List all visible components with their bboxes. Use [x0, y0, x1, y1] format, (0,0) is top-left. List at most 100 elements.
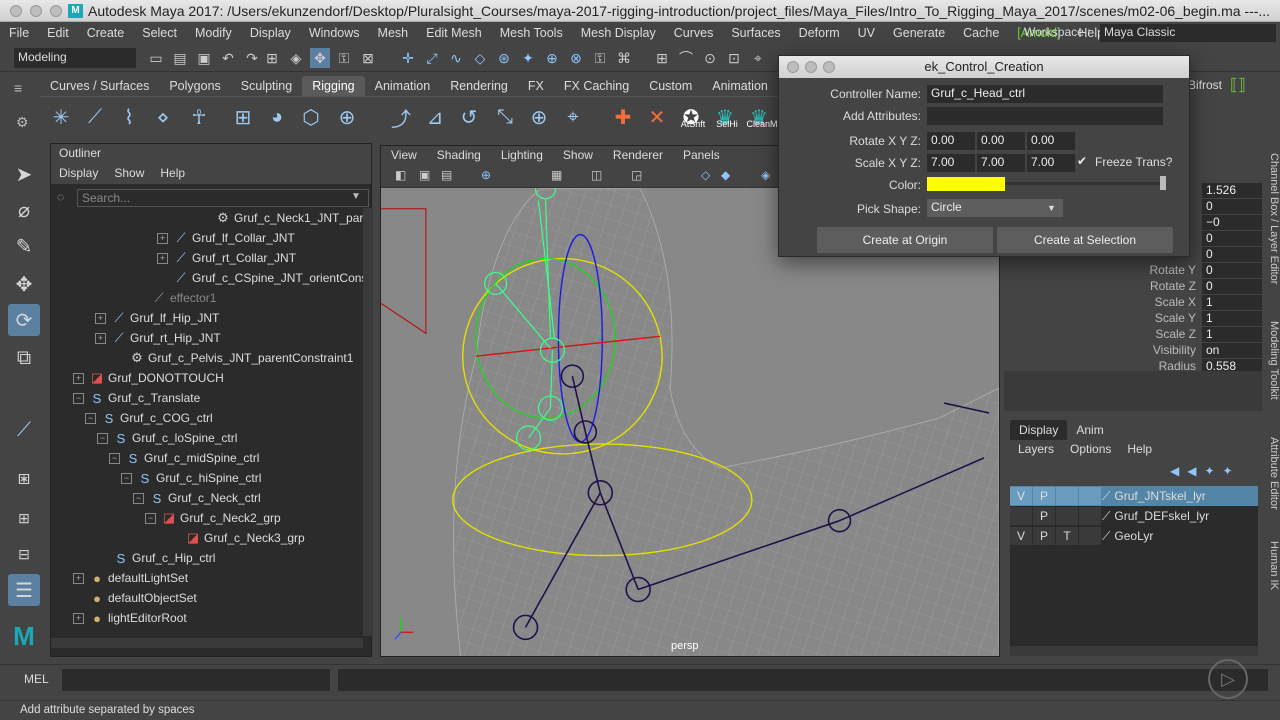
outliner-menu-help[interactable]: Help — [152, 164, 193, 184]
resolution-gate-icon[interactable]: ◲ — [631, 168, 642, 182]
move-layer-down-icon[interactable]: ◀ — [1187, 464, 1196, 478]
shelf-tab-bifrost[interactable]: Bifrost — [1188, 78, 1222, 92]
outliner-row[interactable]: − S Gruf_c_hiSpine_ctrl — [121, 468, 261, 488]
outliner-layout-icon[interactable]: ☰ — [8, 574, 40, 606]
highlight-icon[interactable]: ⊠ — [358, 48, 378, 68]
aim-constraint-icon[interactable]: ⊕ — [524, 102, 554, 132]
shelf-tab-curves-surfaces[interactable]: Curves / Surfaces — [40, 76, 159, 96]
paint-select-icon[interactable]: ✎ — [8, 230, 40, 262]
expand-toggle-icon[interactable]: + — [95, 312, 106, 324]
channel-value[interactable]: 0 — [1202, 231, 1262, 246]
shelf-tab-rigging[interactable]: Rigging — [302, 76, 365, 96]
script-editor-icon[interactable]: ▷ — [1208, 659, 1248, 699]
select-by-misc-icon[interactable]: ⊗ — [566, 48, 586, 68]
side-by-side-icon[interactable]: ⊟ — [8, 538, 40, 570]
tab-attribute-editor[interactable]: Attribute Editor — [1264, 437, 1280, 510]
insert-joint-icon[interactable]: ⋄ — [148, 102, 178, 132]
layer-toggle-p[interactable]: P — [1033, 507, 1055, 525]
select-by-deformation-icon[interactable]: ⊛ — [494, 48, 514, 68]
shelf-tab-animation-2[interactable]: Animation — [702, 76, 778, 96]
outliner-row[interactable]: ⟋ effector1 — [135, 288, 216, 308]
layer-row[interactable]: V P ⟋ Gruf_JNTskel_lyr — [1010, 486, 1258, 506]
humanik-icon[interactable]: ☥ — [184, 102, 214, 132]
arnold-shelf-icon[interactable]: ⟦⟧ — [1230, 75, 1246, 95]
layer-toggle-v[interactable]: V — [1010, 527, 1032, 545]
outliner-row[interactable]: + ⟋ Gruf_rt_Collar_JNT — [157, 248, 296, 268]
outliner-menu-display[interactable]: Display — [51, 164, 106, 184]
menu-mesh-tools[interactable]: Mesh Tools — [491, 26, 572, 40]
select-by-curve-icon[interactable]: ∿ — [446, 48, 466, 68]
menu-edit[interactable]: Edit — [38, 26, 78, 40]
expand-toggle-icon[interactable]: + — [157, 252, 168, 264]
expand-toggle-icon[interactable]: − — [73, 392, 84, 404]
search-dropdown-icon[interactable]: ▼ — [351, 191, 361, 202]
layer-menu-options[interactable]: Options — [1062, 442, 1119, 462]
outliner-row[interactable]: S Gruf_c_Hip_ctrl — [97, 548, 216, 568]
shelf-tab-fx[interactable]: FX — [518, 76, 554, 96]
layer-color-swatch[interactable] — [1079, 487, 1101, 505]
channel-row[interactable]: Scale X 1 — [1004, 295, 1262, 311]
dialog-minimize-button[interactable] — [805, 61, 817, 73]
expand-toggle-icon[interactable]: + — [157, 232, 168, 244]
layer-row[interactable]: P ⟋ Gruf_DEFskel_lyr — [1010, 506, 1258, 526]
expand-toggle-icon[interactable]: + — [95, 332, 106, 344]
outliner-row[interactable]: + ● defaultLightSet — [73, 568, 188, 588]
scale-constraint-icon[interactable]: ⤡ — [490, 102, 520, 132]
outliner-row[interactable]: − ◪ Gruf_c_Neck2_grp — [145, 508, 281, 528]
outliner-row[interactable]: − S Gruf_c_Neck_ctrl — [133, 488, 261, 508]
save-scene-icon[interactable]: ▣ — [194, 48, 214, 68]
channel-value[interactable]: 0 — [1202, 263, 1262, 278]
joint-tool-icon[interactable]: ✳ — [46, 102, 76, 132]
tab-human-ik[interactable]: Human IK — [1264, 541, 1280, 590]
lock-icon[interactable]: ⚿ — [590, 48, 610, 68]
channel-value[interactable]: 1.526 — [1202, 183, 1262, 198]
smooth-shade-icon[interactable]: ◆ — [721, 168, 730, 182]
menu-surfaces[interactable]: Surfaces — [722, 26, 789, 40]
paint-weights-icon[interactable]: ⬡ — [296, 102, 326, 132]
menu-mesh-display[interactable]: Mesh Display — [572, 26, 665, 40]
zoom-window-button[interactable] — [50, 5, 62, 17]
open-scene-icon[interactable]: ▤ — [170, 48, 190, 68]
outliner-hscrollbar[interactable] — [51, 638, 363, 648]
channel-value[interactable]: 0 — [1202, 247, 1262, 262]
viewport-menu-show[interactable]: Show — [553, 146, 603, 166]
last-tool-icon[interactable]: ⟋ — [8, 414, 40, 446]
workspace-select[interactable]: Maya Classic — [1100, 24, 1276, 42]
viewport-canvas[interactable] — [381, 188, 999, 657]
shelf-tab-sculpting[interactable]: Sculpting — [231, 76, 302, 96]
lasso-tool-icon[interactable]: ⌀ — [8, 194, 40, 226]
object-mode-icon[interactable]: ◈ — [286, 48, 306, 68]
grid-toggle-icon[interactable]: ▦ — [551, 168, 562, 182]
viewport-menu-renderer[interactable]: Renderer — [603, 146, 673, 166]
tab-display-layers[interactable]: Display — [1010, 420, 1068, 440]
menu-edit-mesh[interactable]: Edit Mesh — [417, 26, 491, 40]
camera-lock-icon[interactable]: ▣ — [419, 168, 430, 182]
snap-toggle-icon[interactable]: ⌘ — [614, 48, 634, 68]
create-at-origin-button[interactable]: Create at Origin — [817, 227, 993, 253]
snap-curve-icon[interactable]: ⌒ — [676, 48, 696, 68]
new-empty-layer-icon[interactable]: ✦ — [1204, 464, 1214, 478]
snap-grid-icon[interactable]: ⊞ — [652, 48, 672, 68]
expand-toggle-icon[interactable]: − — [121, 472, 132, 484]
outliner-row[interactable]: ⚙ Gruf_c_Neck1_JNT_parentCon — [199, 208, 363, 228]
outliner-menu-show[interactable]: Show — [106, 164, 152, 184]
outliner-row[interactable]: + ● lightEditorRoot — [73, 608, 187, 628]
channel-row[interactable]: Scale Y 1 — [1004, 311, 1262, 327]
snap-view-plane-icon[interactable]: ⊡ — [724, 48, 744, 68]
expand-toggle-icon[interactable]: + — [73, 572, 84, 584]
create-at-selection-button[interactable]: Create at Selection — [997, 227, 1173, 253]
tab-modeling-toolkit[interactable]: Modeling Toolkit — [1264, 321, 1280, 400]
freeze-trans-checkbox[interactable]: ✔ — [1077, 154, 1089, 168]
snap-point-icon[interactable]: ⊙ — [700, 48, 720, 68]
layer-toggle-t[interactable] — [1056, 507, 1078, 525]
grid-icon[interactable]: ⊕ — [481, 168, 491, 182]
layer-row[interactable]: V P T ⟋ GeoLyr — [1010, 526, 1258, 546]
color-swatch[interactable] — [927, 177, 1005, 191]
layer-toggle-v[interactable] — [1010, 507, 1032, 525]
move-tool-icon[interactable]: ✥ — [8, 268, 40, 300]
layer-hscrollbar[interactable] — [1010, 646, 1258, 656]
rotate-tool-icon[interactable]: ⟳ — [8, 304, 40, 336]
channel-value[interactable]: 1 — [1202, 295, 1262, 310]
menu-display[interactable]: Display — [241, 26, 300, 40]
expand-toggle-icon[interactable]: − — [145, 512, 156, 524]
